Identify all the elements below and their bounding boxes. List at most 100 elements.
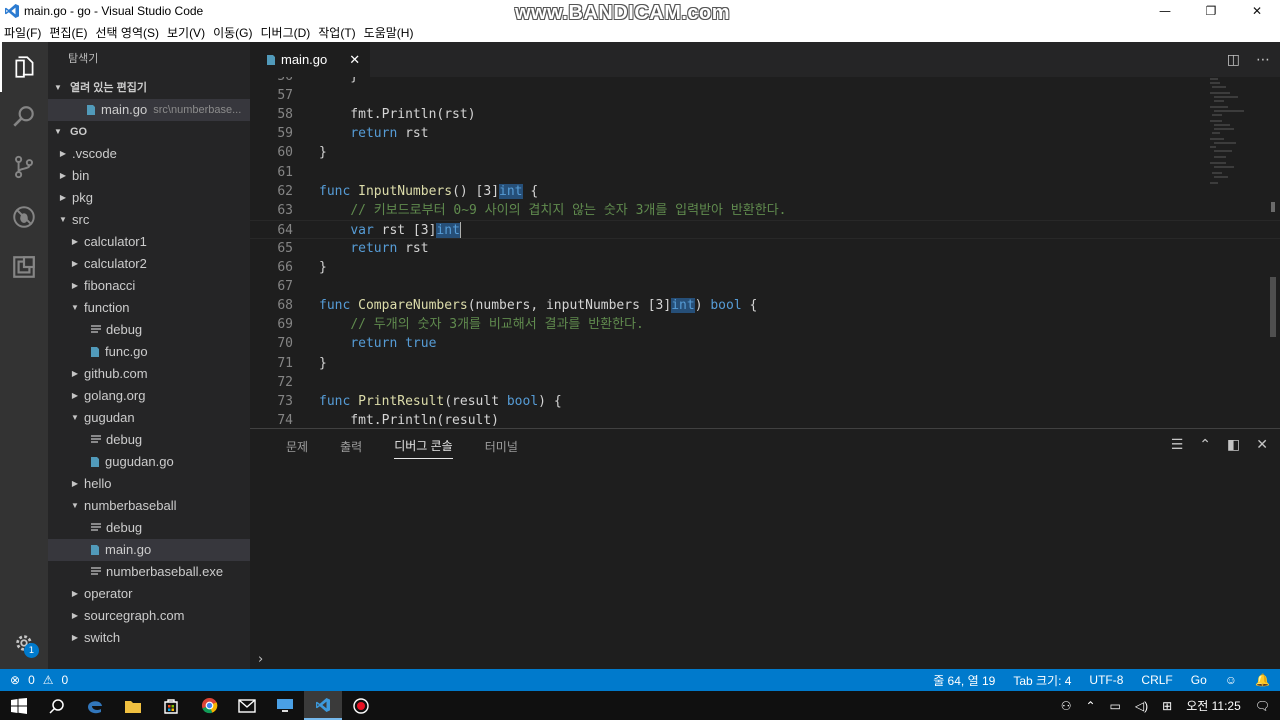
explorer-activity[interactable] xyxy=(0,42,48,92)
code-line[interactable]: 72 xyxy=(250,373,1280,392)
tree-item[interactable]: ▶ bin xyxy=(48,165,250,187)
tree-item[interactable]: ▼ gugudan xyxy=(48,407,250,429)
code-line[interactable]: 64 var rst [3]int xyxy=(250,219,1280,239)
code-line[interactable]: 57 xyxy=(250,86,1280,105)
minimize-button[interactable]: — xyxy=(1142,0,1188,22)
menu-help[interactable]: 도움말(H) xyxy=(360,24,418,41)
clock[interactable]: 오전 11:25 xyxy=(1186,697,1241,714)
tab-main-go[interactable]: main.go ✕ xyxy=(250,42,370,77)
smiley-feedback-icon[interactable]: ☺ xyxy=(1225,673,1237,687)
tree-item[interactable]: ▶ operator xyxy=(48,583,250,605)
search-activity[interactable] xyxy=(0,92,48,142)
tree-item[interactable]: gugudan.go xyxy=(48,451,250,473)
menu-edit[interactable]: 편집(E) xyxy=(45,24,91,41)
restore-button[interactable]: ❐ xyxy=(1188,0,1234,22)
taskbar-vscode[interactable] xyxy=(304,691,342,720)
tree-item[interactable]: ▶ sourcegraph.com xyxy=(48,605,250,627)
tree-item[interactable]: ▶ fibonacci xyxy=(48,275,250,297)
encoding[interactable]: UTF-8 xyxy=(1089,673,1123,687)
tree-item[interactable]: ▼ numberbaseball xyxy=(48,495,250,517)
code-line[interactable]: 65 return rst xyxy=(250,239,1280,258)
language-mode[interactable]: Go xyxy=(1191,673,1207,687)
taskbar-remote-desktop[interactable] xyxy=(266,691,304,720)
code-line[interactable]: 63 // 키보드로부터 0~9 사이의 겹치지 않는 숫자 3개를 입력받아 … xyxy=(250,201,1280,220)
open-editor-item[interactable]: main.go src\numberbase... xyxy=(48,99,250,121)
close-window-button[interactable]: ✕ xyxy=(1234,0,1280,22)
tree-item[interactable]: func.go xyxy=(48,341,250,363)
code-line[interactable]: 71} xyxy=(250,354,1280,373)
tab-close-icon[interactable]: ✕ xyxy=(349,52,360,68)
menu-file[interactable]: 파일(F) xyxy=(0,24,45,41)
start-button[interactable] xyxy=(0,691,38,720)
tree-item[interactable]: ▶ calculator2 xyxy=(48,253,250,275)
console-prompt-icon[interactable]: › xyxy=(258,652,263,667)
code-line[interactable]: 59 return rst xyxy=(250,124,1280,143)
taskbar-bandicam[interactable] xyxy=(342,691,380,720)
taskbar-file-explorer[interactable] xyxy=(114,691,152,720)
problems-status[interactable]: ⊗ 0 ⚠ 0 xyxy=(0,673,68,687)
notification-icon[interactable]: 🗨 xyxy=(1255,699,1270,713)
taskbar-edge[interactable] xyxy=(76,691,114,720)
panel-layout-icon[interactable]: ◧ xyxy=(1227,437,1240,453)
code-line[interactable]: 68 func CompareNumbers(numbers, inputNumb… xyxy=(250,296,1280,315)
code-line[interactable]: 62 func InputNumbers() [3]int { xyxy=(250,182,1280,201)
settings-activity[interactable]: 1 xyxy=(0,623,48,663)
tree-item[interactable]: ▶ calculator1 xyxy=(48,231,250,253)
volume-icon[interactable]: ◁) xyxy=(1135,699,1148,713)
tree-item[interactable]: debug xyxy=(48,319,250,341)
tree-item[interactable]: main.go xyxy=(48,539,250,561)
menu-go[interactable]: 이동(G) xyxy=(209,24,256,41)
code-line[interactable]: 60} xyxy=(250,143,1280,162)
code-line[interactable]: 67 xyxy=(250,277,1280,296)
more-actions-icon[interactable]: ⋯ xyxy=(1256,52,1270,68)
taskbar-search[interactable] xyxy=(38,691,76,720)
panel-tab-output[interactable]: 출력 xyxy=(340,438,362,455)
editor-scrollbar[interactable] xyxy=(1266,77,1280,427)
tree-item[interactable]: ▶ pkg xyxy=(48,187,250,209)
menu-tasks[interactable]: 작업(T) xyxy=(314,24,359,41)
extensions-activity[interactable] xyxy=(0,242,48,292)
code-line[interactable]: 61 xyxy=(250,163,1280,182)
tab-size[interactable]: Tab 크기: 4 xyxy=(1013,672,1071,689)
close-panel-icon[interactable]: ✕ xyxy=(1256,437,1268,453)
tree-item[interactable]: ▶ github.com xyxy=(48,363,250,385)
panel-tab-problems[interactable]: 문제 xyxy=(286,438,308,455)
tray-expand-icon[interactable]: ⌃ xyxy=(1085,699,1095,713)
taskbar-chrome[interactable] xyxy=(190,691,228,720)
source-control-activity[interactable] xyxy=(0,142,48,192)
network-icon[interactable]: ▭ xyxy=(1110,699,1121,713)
code-line[interactable]: 56 } xyxy=(250,77,1280,86)
code-line[interactable]: 69 // 두개의 숫자 3개를 비교해서 결과를 반환한다. xyxy=(250,315,1280,334)
open-editors-header[interactable]: ▼ 열려 있는 편집기 xyxy=(48,77,250,99)
tree-item[interactable]: debug xyxy=(48,517,250,539)
taskbar-mail[interactable] xyxy=(228,691,266,720)
code-editor[interactable]: 56 }5758 fmt.Println(rst)59 return rst60… xyxy=(250,77,1280,427)
clear-console-icon[interactable]: ☰ xyxy=(1171,437,1184,453)
debug-activity[interactable] xyxy=(0,192,48,242)
people-icon[interactable]: ⚇ xyxy=(1061,699,1072,713)
tree-item[interactable]: debug xyxy=(48,429,250,451)
tree-item[interactable]: ▶ .vscode xyxy=(48,143,250,165)
code-line[interactable]: 73 func PrintResult(result bool) { xyxy=(250,392,1280,411)
code-line[interactable]: 66} xyxy=(250,258,1280,277)
menu-debug[interactable]: 디버그(D) xyxy=(256,24,314,41)
cursor-position[interactable]: 줄 64, 열 19 xyxy=(933,672,995,689)
panel-tab-terminal[interactable]: 터미널 xyxy=(485,438,518,455)
code-line[interactable]: 58 fmt.Println(rst) xyxy=(250,105,1280,124)
end-of-line[interactable]: CRLF xyxy=(1141,673,1172,687)
taskbar-store[interactable] xyxy=(152,691,190,720)
menu-view[interactable]: 보기(V) xyxy=(163,24,209,41)
code-line[interactable]: 70 return true xyxy=(250,334,1280,353)
bell-icon[interactable]: 🔔 xyxy=(1255,673,1270,687)
tree-item[interactable]: numberbaseball.exe xyxy=(48,561,250,583)
minimap[interactable] xyxy=(1186,77,1266,197)
folder-header[interactable]: ▼ GO xyxy=(48,121,250,143)
tree-item[interactable]: ▼ function xyxy=(48,297,250,319)
panel-tab-debug-console[interactable]: 디버그 콘솔 xyxy=(394,437,453,459)
tree-item[interactable]: ▶ golang.org xyxy=(48,385,250,407)
tree-item[interactable]: ▶ switch xyxy=(48,627,250,649)
tree-item[interactable]: ▶ hello xyxy=(48,473,250,495)
ime-indicator[interactable]: ⊞ xyxy=(1162,699,1172,713)
code-line[interactable]: 74 fmt.Println(result) xyxy=(250,411,1280,427)
split-editor-icon[interactable]: ◫ xyxy=(1227,52,1240,68)
